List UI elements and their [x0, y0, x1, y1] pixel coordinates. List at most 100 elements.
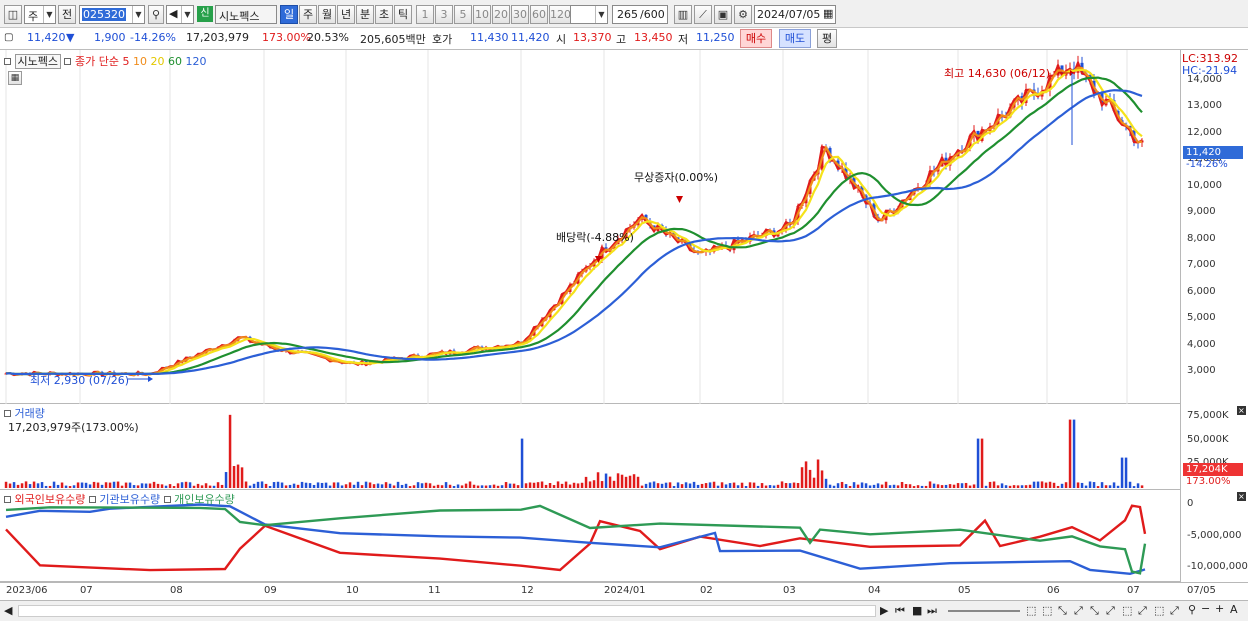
buy-button[interactable]: 매수 — [740, 29, 772, 48]
period-button-1[interactable]: 주 — [299, 5, 317, 24]
zoom-out-icon[interactable]: − — [1201, 602, 1210, 615]
count-input[interactable]: 265 /600 — [612, 5, 668, 24]
volume-value: 17,203,979주(173.00%) — [8, 421, 139, 434]
stop-icon[interactable]: ■ — [912, 604, 922, 617]
volume-bar — [148, 483, 152, 488]
volume-bar — [724, 484, 728, 488]
interval-select[interactable]: ▼ — [570, 5, 608, 24]
close-icon[interactable]: × — [1237, 406, 1246, 415]
interval-button-60[interactable]: 60 — [530, 5, 548, 24]
layout-icon[interactable]: ◫ — [4, 5, 22, 24]
volume-bar — [528, 482, 532, 488]
fit-icon[interactable]: ⤡ — [1090, 604, 1099, 618]
volume-bar — [176, 483, 180, 488]
interval-button-5[interactable]: 5 — [454, 5, 472, 24]
range-icon[interactable]: ⤢ — [1106, 604, 1115, 618]
crosshair-icon[interactable]: ⤡ — [1058, 604, 1067, 618]
x-axis-label-11: 05 — [958, 585, 971, 596]
volume-bar — [60, 482, 64, 488]
hoga-label: 호가 — [432, 33, 453, 46]
holding-pane[interactable]: 외국인보유수량 기관보유수량 개인보유수량 — [0, 490, 1180, 582]
save-icon[interactable]: ▣ — [714, 5, 732, 24]
quote-bar: ▢ 11,420 ▼ 1,900 -14.26% 17,203,979 173.… — [0, 28, 1248, 50]
volume-bar — [608, 476, 612, 488]
volume-bar — [964, 482, 968, 488]
volume-bar — [828, 484, 832, 488]
shrink-icon[interactable]: ⬚ — [1154, 604, 1164, 617]
count-total: /600 — [640, 8, 665, 21]
volume-bar — [808, 469, 812, 488]
fullscreen-icon[interactable]: ⤢ — [1170, 604, 1179, 618]
volume-bar — [464, 483, 468, 488]
volume-bar — [432, 485, 436, 488]
high-annotation: 최고 14,630 (06/12) — [944, 67, 1051, 80]
stock-name-field[interactable]: 시노펙스 — [215, 5, 277, 24]
institution-line — [5, 503, 1146, 576]
volume-bar — [440, 485, 444, 488]
legend-individual: 개인보유수량 — [174, 493, 235, 506]
volume-bar — [708, 482, 712, 488]
price-pane[interactable]: 시노펙스 종가 단순 5 10 20 60 120 ▦ 최고 14,630 (0… — [0, 50, 1180, 404]
volume-bar — [516, 485, 520, 488]
candle-type-icon[interactable]: ▥ — [674, 5, 692, 24]
magnifier-icon[interactable]: ⚲ — [1188, 603, 1196, 616]
scroll-left-icon[interactable]: ◀ — [4, 604, 12, 617]
trendline-icon[interactable]: ⤢ — [1074, 604, 1083, 618]
sell-button[interactable]: 매도 — [779, 29, 811, 48]
volume-bar — [128, 482, 132, 488]
interval-button-10[interactable]: 10 — [473, 5, 491, 24]
volume-bar — [124, 482, 128, 488]
interval-button-1[interactable]: 1 — [416, 5, 434, 24]
market-type-select[interactable]: 주 ▼ — [24, 5, 56, 24]
close-icon[interactable]: × — [1237, 492, 1246, 501]
font-size-icon[interactable]: A — [1230, 603, 1238, 616]
volume-bar — [396, 481, 400, 488]
volume-bar — [768, 485, 772, 488]
drawing-tools-icon[interactable]: ⟋ — [694, 5, 712, 24]
volume-bar — [648, 482, 652, 488]
period-button-3[interactable]: 년 — [337, 5, 355, 24]
interval-button-120[interactable]: 120 — [549, 5, 571, 24]
volume-bar — [736, 485, 740, 488]
play-icon[interactable]: ▶ — [880, 604, 888, 617]
volume-bar — [8, 483, 12, 488]
volume-bar — [32, 481, 36, 488]
volume-bar — [284, 485, 288, 488]
volume-pane[interactable]: 거래량 17,203,979주(173.00%) — [0, 404, 1180, 490]
volume-bar — [348, 482, 352, 488]
expand-icon[interactable]: ▢ — [4, 32, 13, 43]
period-button-5[interactable]: 초 — [375, 5, 393, 24]
speed-slider[interactable] — [948, 610, 1020, 612]
volume-bar — [200, 485, 204, 488]
volume-bar — [40, 482, 44, 488]
date-input[interactable]: 2024/07/05 ▦ — [754, 5, 836, 24]
period-button-6[interactable]: 틱 — [394, 5, 412, 24]
search-icon[interactable]: ⚲ — [148, 5, 164, 24]
stock-code-input[interactable]: 025320 ▼ — [79, 5, 145, 24]
select-icon[interactable]: ⬚ — [1122, 604, 1132, 617]
zoom-rect-icon[interactable]: ⬚ — [1026, 604, 1036, 617]
eval-button[interactable]: 평 — [817, 29, 837, 48]
horizontal-scrollbar[interactable] — [18, 605, 876, 617]
stock-name: 시노펙스 — [219, 10, 260, 23]
period-button-2[interactable]: 월 — [318, 5, 336, 24]
gear-icon[interactable]: ⚙ — [734, 5, 752, 24]
volume-bar — [980, 438, 984, 488]
period-button-4[interactable]: 분 — [356, 5, 374, 24]
sound-select[interactable]: ◀ ▼ — [166, 5, 194, 24]
zoom-in-icon[interactable]: + — [1215, 602, 1224, 615]
volume-bar — [320, 482, 324, 488]
volume-bar — [216, 482, 220, 488]
interval-button-20[interactable]: 20 — [492, 5, 510, 24]
period-button-0[interactable]: 일 — [280, 5, 298, 24]
expand-icon[interactable]: ⤢ — [1138, 604, 1147, 618]
interval-button-3[interactable]: 3 — [435, 5, 453, 24]
prev-button[interactable]: 전 — [58, 5, 76, 24]
step-back-icon[interactable]: ⏮ — [895, 604, 905, 618]
zoom-box-icon[interactable]: ⬚ — [1042, 604, 1052, 617]
interval-button-30[interactable]: 30 — [511, 5, 529, 24]
volume-bar — [384, 482, 388, 488]
grid-icon[interactable]: ▦ — [8, 71, 22, 85]
step-forward-icon[interactable]: ⏭ — [927, 604, 937, 618]
volume-bar — [196, 483, 200, 488]
